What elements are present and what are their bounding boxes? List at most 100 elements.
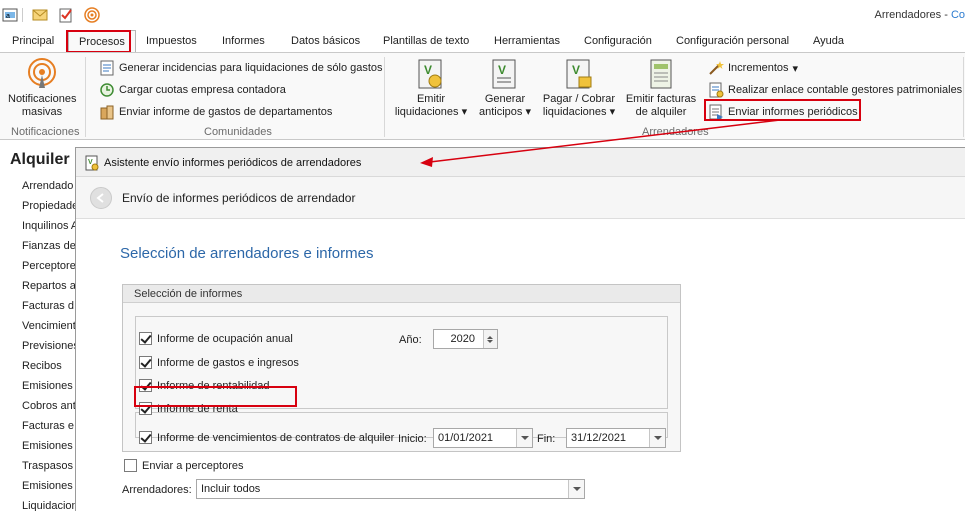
wizard-page-title: Envío de informes periódicos de arrendad… — [122, 191, 356, 205]
svg-text:V: V — [572, 63, 580, 77]
left-item[interactable]: Emisiones d — [22, 480, 82, 492]
highlight-enviar-informes-periodicos — [704, 99, 861, 121]
tab-configuracion-personal[interactable]: Configuración personal — [676, 35, 789, 47]
window-title: Arrendadores - Co — [874, 9, 965, 21]
wizard-title-bar[interactable]: V Asistente envío informes periódicos de… — [76, 148, 965, 177]
buildings-icon — [100, 105, 114, 120]
app-icon[interactable]: a — [2, 7, 18, 23]
title-bar: a Arrendadores - Co — [0, 0, 965, 30]
dropdown-arrow-icon[interactable] — [516, 429, 532, 447]
qat-separator — [22, 8, 23, 22]
arrendadores-label: Arrendadores: — [122, 484, 192, 496]
checkbox-checked[interactable] — [139, 332, 152, 345]
tab-impuestos[interactable]: Impuestos — [146, 35, 197, 47]
cargar-cuotas-button[interactable]: Cargar cuotas empresa contadora — [99, 81, 286, 99]
tab-datos-basicos[interactable]: Datos básicos — [291, 35, 360, 47]
svg-text:a: a — [6, 13, 10, 20]
tab-plantillas-de-texto[interactable]: Plantillas de texto — [383, 35, 469, 47]
svg-text:V: V — [424, 63, 432, 77]
left-item[interactable]: Propiedade — [22, 200, 78, 212]
inicio-label: Inicio: — [398, 433, 427, 445]
ledger-icon: V — [492, 59, 516, 89]
enviar-informe-gastos-button[interactable]: Enviar informe de gastos de departamento… — [99, 103, 332, 121]
tab-herramientas[interactable]: Herramientas — [494, 35, 560, 47]
group-label-arrendadores: Arrendadores — [642, 126, 709, 138]
left-item[interactable]: Liquidacion — [22, 500, 78, 511]
document-list-icon — [100, 60, 114, 76]
tab-ayuda[interactable]: Ayuda — [813, 35, 844, 47]
tab-informes[interactable]: Informes — [222, 35, 265, 47]
spin-buttons[interactable] — [483, 330, 497, 348]
checkbox-checked[interactable] — [139, 356, 152, 369]
notificaciones-masivas-button[interactable]: Notificaciones masivas — [8, 58, 76, 119]
ledger-coins-icon: V — [566, 59, 592, 89]
ribbon-tabs: Principal Procesos Impuestos Informes Da… — [0, 30, 965, 52]
wizard-heading: Selección de arrendadores e informes — [120, 245, 374, 262]
left-item[interactable]: Arrendado — [22, 180, 73, 192]
report-gastos-ingresos-checkbox[interactable]: Informe de gastos e ingresos — [139, 356, 299, 369]
left-item[interactable]: Emisiones d — [22, 380, 82, 392]
inicio-date-picker[interactable]: 01/01/2021 — [433, 428, 533, 448]
dropdown-arrow-icon[interactable] — [568, 480, 584, 498]
pagar-cobrar-liquidaciones-button[interactable]: V Pagar / Cobrar liquidaciones ▾ — [541, 58, 617, 119]
wizard-window: V Asistente envío informes periódicos de… — [75, 147, 965, 511]
tab-configuracion[interactable]: Configuración — [584, 35, 652, 47]
year-label: Año: — [399, 334, 422, 346]
invoice-calculator-icon — [650, 59, 672, 89]
checkbox-label: Informe de vencimientos de contratos de … — [157, 431, 395, 444]
broadcast-icon[interactable] — [84, 7, 100, 23]
group-label-notificaciones: Notificaciones — [11, 126, 80, 138]
broadcast-icon — [28, 58, 56, 88]
fin-date-value: 31/12/2021 — [571, 432, 627, 444]
enlace-contable-button[interactable]: Realizar enlace contable gestores patrim… — [708, 81, 962, 99]
dropdown-arrow-icon[interactable] — [649, 429, 665, 447]
generar-anticipos-button[interactable]: V Generar anticipos ▾ — [474, 58, 536, 119]
left-item[interactable]: Facturas e — [22, 420, 74, 432]
left-item[interactable]: Facturas d — [22, 300, 74, 312]
arrow-left-icon — [96, 193, 104, 203]
arrendadores-select[interactable]: Incluir todos — [196, 479, 585, 499]
year-spinner[interactable]: 2020 — [433, 329, 498, 349]
ribbon-separator — [85, 57, 86, 137]
task-check-icon[interactable] — [58, 7, 74, 23]
ledger-check-icon: V — [418, 59, 442, 89]
left-item[interactable]: Recibos — [22, 360, 62, 372]
left-item[interactable]: Vencimient — [22, 320, 76, 332]
left-item[interactable]: Cobros ant — [22, 400, 76, 412]
checkbox-checked[interactable] — [139, 431, 152, 444]
emitir-facturas-alquiler-button[interactable]: Emitir facturas de alquiler — [624, 58, 698, 119]
enviar-perceptores-checkbox[interactable]: Enviar a perceptores — [124, 459, 244, 472]
ribbon-separator — [963, 57, 964, 137]
tab-principal[interactable]: Principal — [12, 35, 54, 47]
checkbox-label: Informe de ocupación anual — [157, 332, 293, 345]
left-item[interactable]: Perceptore — [22, 260, 76, 272]
fin-label: Fin: — [537, 433, 556, 445]
refresh-clock-icon — [100, 83, 114, 97]
ledger-link-icon — [709, 82, 724, 98]
left-panel-title: Alquiler — [10, 151, 70, 168]
wizard-window-title: Asistente envío informes periódicos de a… — [104, 157, 362, 169]
report-ocupacion-checkbox[interactable]: Informe de ocupación anual — [139, 332, 293, 345]
checkbox-unchecked[interactable] — [124, 459, 137, 472]
group-title: Selección de informes — [123, 285, 680, 303]
left-item[interactable]: Inquilinos A — [22, 220, 78, 232]
left-item[interactable]: Repartos a — [22, 280, 76, 292]
generar-incidencias-button[interactable]: Generar incidencias para liquidaciones d… — [99, 59, 383, 77]
back-button[interactable] — [90, 187, 112, 209]
emitir-liquidaciones-button[interactable]: V Emitir liquidaciones ▾ — [393, 58, 469, 119]
left-item[interactable]: Traspasos — [22, 460, 73, 472]
ledger-check-icon: V — [85, 155, 99, 171]
left-item[interactable]: Fianzas de — [22, 240, 76, 252]
wizard-nav-bar: Envío de informes periódicos de arrendad… — [76, 177, 965, 219]
report-vencimientos-checkbox[interactable]: Informe de vencimientos de contratos de … — [139, 431, 394, 444]
mail-icon[interactable] — [32, 7, 48, 23]
checkbox-label: Informe de gastos e ingresos — [157, 356, 299, 369]
highlight-procesos-tab — [66, 30, 131, 53]
left-item[interactable]: Previsiones — [22, 340, 79, 352]
highlight-informe-renta — [134, 386, 297, 407]
left-item[interactable]: Emisiones d — [22, 440, 82, 452]
incrementos-button[interactable]: Incrementos ▾ — [708, 59, 798, 77]
checkbox-label: Enviar a perceptores — [142, 459, 244, 472]
fin-date-picker[interactable]: 31/12/2021 — [566, 428, 666, 448]
wand-icon — [709, 61, 724, 75]
